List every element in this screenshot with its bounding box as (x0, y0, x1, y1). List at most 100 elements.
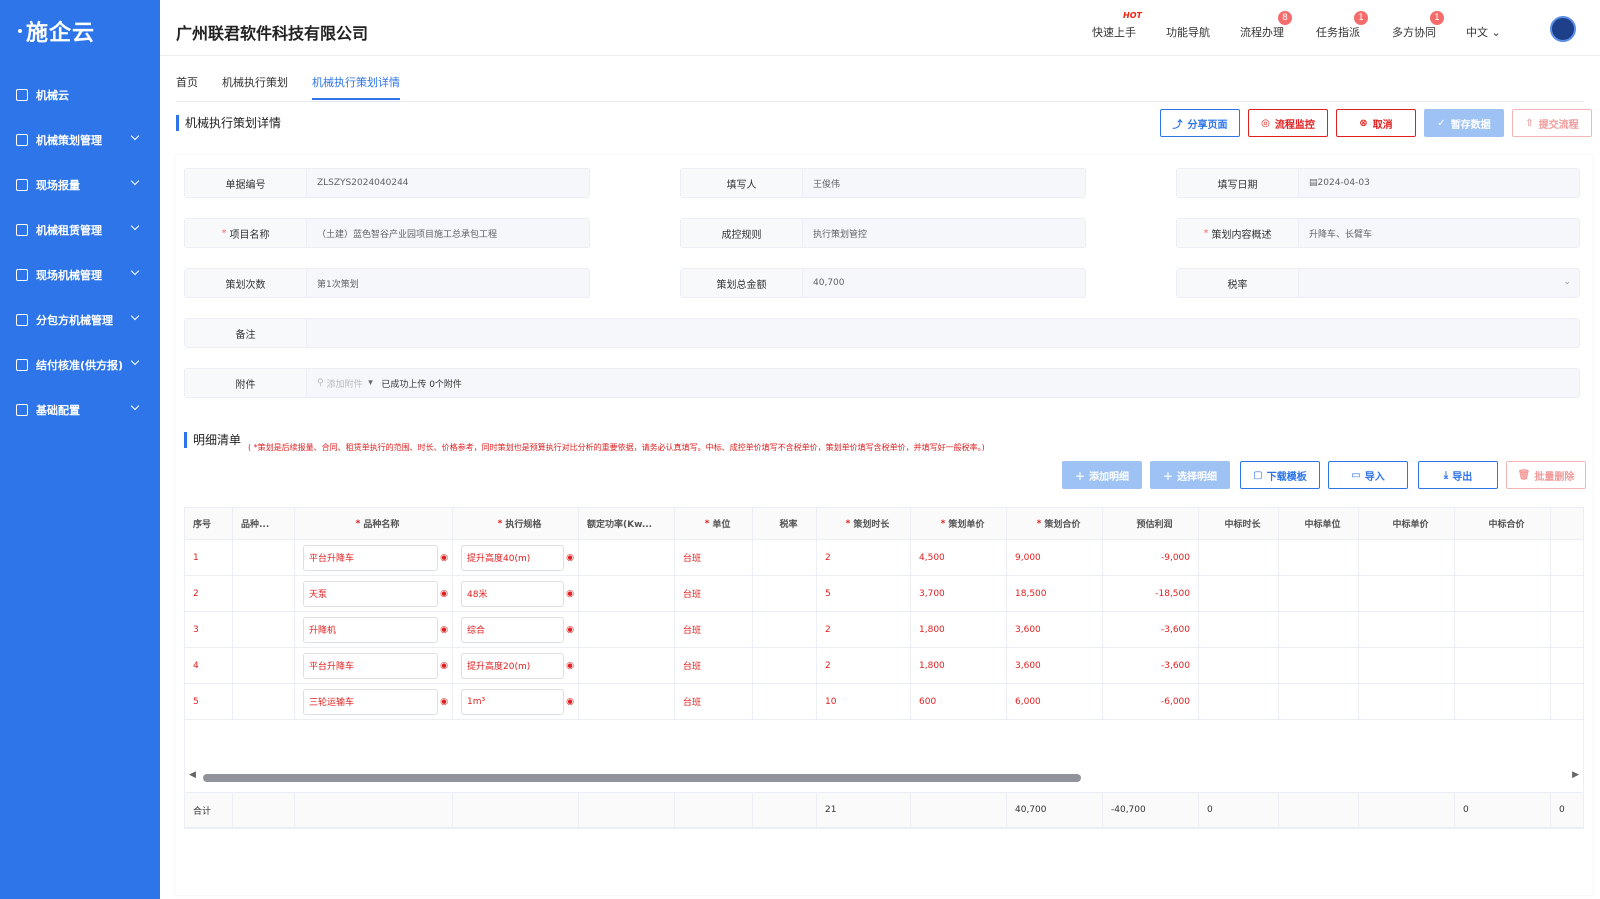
avatar[interactable] (1550, 16, 1576, 42)
footer-win-total: 0 (1455, 793, 1551, 827)
eye-icon[interactable]: ◉ (566, 661, 574, 671)
eye-icon[interactable]: ◉ (440, 625, 448, 635)
empty-cell (579, 576, 675, 611)
import-button[interactable]: ▭ 导入 (1328, 461, 1408, 489)
horizontal-scrollbar[interactable] (203, 774, 1081, 782)
amount-cell: 6,000 (1007, 684, 1103, 719)
price-cell[interactable]: 4,500 (911, 540, 1007, 575)
add-detail-button[interactable]: ＋ 添加明细 (1062, 461, 1142, 489)
name-input[interactable]: 三轮运输车 (303, 688, 438, 715)
remark-field[interactable]: 备注 (184, 318, 1580, 348)
nav-label: 功能导航 (1166, 26, 1210, 39)
project-field[interactable]: * 项目名称 （土建）蓝色智谷产业园项目施工总承包工程 (184, 218, 590, 248)
chevron-down-icon: ⌄ (1563, 277, 1571, 287)
nav-collab[interactable]: 多方协同 1 (1392, 11, 1444, 40)
spec-cell: 综合 ◉ (453, 612, 579, 647)
name-input[interactable]: 平台升降车 (303, 652, 438, 679)
eye-icon[interactable]: ◉ (566, 589, 574, 599)
batch-delete-button[interactable]: 🗑 批量删除 (1506, 461, 1586, 489)
summary-field[interactable]: * 策划内容概述 升降车、长臂车 (1176, 218, 1580, 248)
select-detail-button[interactable]: ＋ 选择明细 (1150, 461, 1230, 489)
nav-process[interactable]: 流程办理 8 (1240, 11, 1292, 40)
share-button[interactable]: ⤴ 分享页面 (1160, 109, 1240, 137)
eye-icon[interactable]: ◉ (440, 661, 448, 671)
submit-button[interactable]: ⇧ 提交流程 (1512, 109, 1592, 137)
eye-icon[interactable]: ◉ (566, 625, 574, 635)
tab-home[interactable]: 首页 (176, 74, 198, 90)
scroll-right-arrow[interactable]: ▶ (1572, 770, 1579, 780)
name-input[interactable]: 升降机 (303, 616, 438, 643)
sidebar-item-settlement[interactable]: 结付核准(供方报) (0, 342, 160, 387)
empty-cell (579, 684, 675, 719)
nav-label: 快速上手 (1092, 26, 1136, 39)
spec-cell: 48米 ◉ (453, 576, 579, 611)
download-template-button[interactable]: ▢ 下载模板 (1240, 461, 1320, 489)
nav-task[interactable]: 任务指派 1 (1316, 11, 1368, 40)
eye-icon[interactable]: ◉ (440, 697, 448, 707)
unit-cell: 台班 (675, 576, 753, 611)
export-button[interactable]: ⤓ 导出 (1418, 461, 1498, 489)
eye-icon[interactable]: ◉ (566, 553, 574, 563)
field-value: （土建）蓝色智谷产业园项目施工总承包工程 (317, 229, 498, 240)
report-icon (16, 178, 28, 191)
add-attachment-button[interactable]: 添加附件 (326, 377, 362, 390)
spec-input[interactable]: 提升高度40(m) (461, 544, 564, 571)
tab-underline (312, 98, 400, 100)
name-input[interactable]: 平台升降车 (303, 544, 438, 571)
scroll-left-arrow[interactable]: ◀ (189, 770, 196, 780)
nav-function-guide[interactable]: 功能导航 (1166, 24, 1210, 40)
eye-icon[interactable]: ◉ (440, 553, 448, 563)
detail-note: ( *策划是后续报量、合同、租赁单执行的范围、时长、价格参考，同时策划也是预算执… (248, 443, 985, 452)
empty-cell (753, 612, 817, 647)
duration-cell[interactable]: 5 (817, 576, 911, 611)
contract-icon (16, 313, 28, 326)
price-cell[interactable]: 1,800 (911, 612, 1007, 647)
sidebar-item-planning[interactable]: 机械策划管理 (0, 117, 160, 162)
field-label: 策划次数 (185, 269, 307, 297)
language-select[interactable]: 中文 ⌄ (1466, 24, 1501, 40)
footer-win-duration: 0 (1199, 793, 1279, 827)
field-label: * 项目名称 (185, 219, 307, 247)
sidebar-item-config[interactable]: 基础配置 (0, 387, 160, 432)
empty-cell (753, 648, 817, 683)
tax-select[interactable]: 税率 ⌄ (1176, 268, 1580, 298)
top-header: 广州联君软件科技有限公司 快速上手 HOT 功能导航 流程办理 8 任务指派 1 多方… (160, 0, 1600, 56)
duration-cell[interactable]: 2 (817, 612, 911, 647)
empty-cell (1279, 612, 1359, 647)
eye-icon[interactable]: ◉ (566, 697, 574, 707)
spec-input[interactable]: 48米 (461, 580, 564, 607)
nav-quick-start[interactable]: 快速上手 HOT (1092, 11, 1142, 40)
price-cell[interactable]: 600 (911, 684, 1007, 719)
nav-label: 多方协同 (1392, 26, 1436, 39)
name-input[interactable]: 天泵 (303, 580, 438, 607)
spec-input[interactable]: 提升高度20(m) (461, 652, 564, 679)
tab-plan-detail[interactable]: 机械执行策划详情 (312, 74, 400, 90)
price-cell[interactable]: 3,700 (911, 576, 1007, 611)
upload-icon: ⇧ (1525, 117, 1534, 129)
sidebar-item-machine-cloud[interactable]: 机械云 (0, 72, 160, 117)
tab-plan[interactable]: 机械执行策划 (222, 74, 288, 90)
save-draft-button[interactable]: ✓ 暂存数据 (1424, 109, 1504, 137)
sidebar-item-subcontract[interactable]: 分包方机械管理 (0, 297, 160, 342)
field-value (307, 319, 1579, 347)
duration-cell[interactable]: 2 (817, 648, 911, 683)
table-row: 3 升降机 ◉ 综合 ◉ 台班 2 1,800 3,600 -3,600 (185, 612, 1583, 648)
empty-cell (1455, 576, 1551, 611)
page-title: 机械执行策划详情 (176, 115, 281, 131)
empty-cell (1199, 576, 1279, 611)
price-cell[interactable]: 1,800 (911, 648, 1007, 683)
table-header: 序号 品种... * 品种名称 * 执行规格 额定功率(Kw... * 单位 税… (185, 508, 1583, 540)
spec-input[interactable]: 1m³ (461, 688, 564, 715)
sidebar-item-leasing[interactable]: 机械租赁管理 (0, 207, 160, 252)
caret-down-icon[interactable]: ▾ (368, 378, 373, 388)
sidebar-item-site-machine[interactable]: 现场机械管理 (0, 252, 160, 297)
duration-cell[interactable]: 10 (817, 684, 911, 719)
eye-icon[interactable]: ◉ (440, 589, 448, 599)
duration-cell[interactable]: 2 (817, 540, 911, 575)
monitor-button[interactable]: ◎ 流程监控 (1248, 109, 1328, 137)
trash-icon: 🗑 (1517, 469, 1531, 481)
cancel-button[interactable]: ⊗ 取消 (1336, 109, 1416, 137)
sidebar-item-site-report[interactable]: 现场报量 (0, 162, 160, 207)
name-cell: 平台升降车 ◉ (295, 648, 453, 683)
spec-input[interactable]: 综合 (461, 616, 564, 643)
